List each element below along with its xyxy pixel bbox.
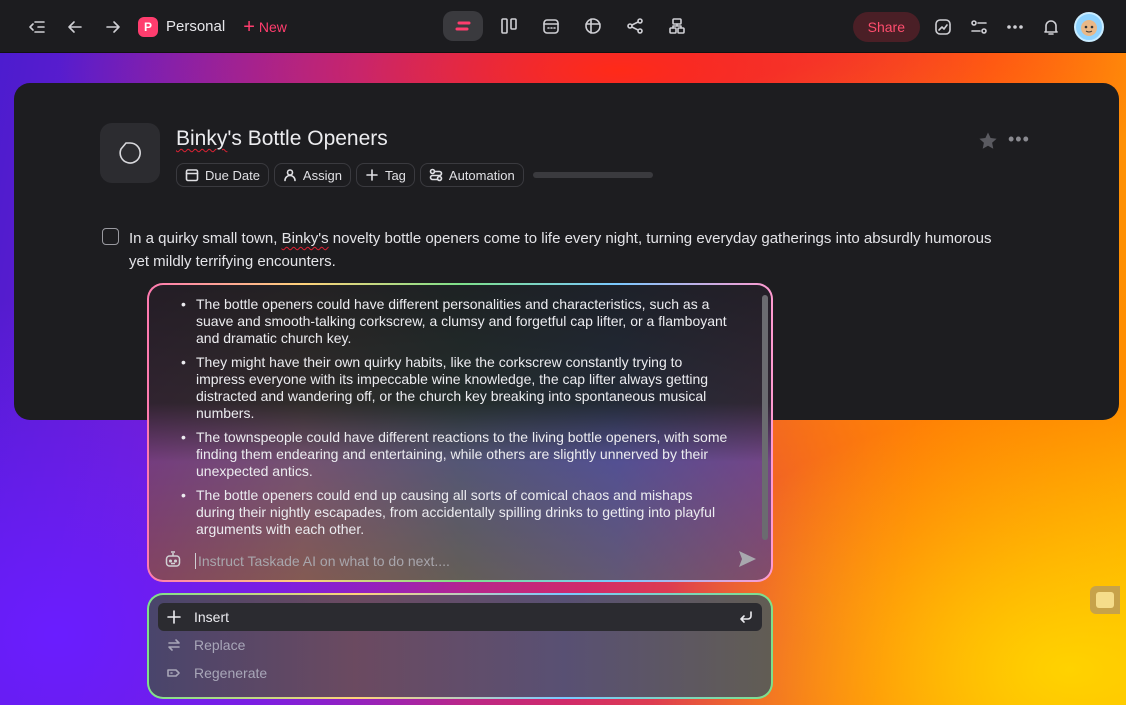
insert-action[interactable]: Insert: [158, 603, 762, 631]
calendar-icon: [185, 169, 199, 182]
new-button-label: New: [258, 18, 287, 35]
ai-action-menu-inner: Insert Replace Regenerate: [149, 595, 771, 697]
project-more-icon[interactable]: •••: [1008, 129, 1030, 150]
ai-bullet: The bottle openers could end up causing …: [179, 487, 733, 538]
star-icon[interactable]: [978, 131, 998, 151]
ai-bullet: The bottle openers could have different …: [179, 296, 733, 347]
list-view-button[interactable]: [443, 11, 483, 41]
swap-icon: [168, 639, 180, 651]
activity-icon[interactable]: [930, 14, 956, 40]
automation-icon: [429, 168, 443, 182]
side-widget-tab[interactable]: [1090, 586, 1120, 614]
plus-icon: [167, 610, 181, 624]
replace-label: Replace: [194, 637, 246, 653]
note-icon: [119, 142, 141, 164]
due-date-chip[interactable]: Due Date: [176, 163, 269, 187]
ai-input-row: [149, 541, 771, 580]
automation-label: Automation: [448, 167, 515, 183]
enter-key-icon: [740, 611, 752, 623]
ai-instruction-input[interactable]: [195, 553, 725, 569]
assign-label: Assign: [302, 167, 342, 183]
collapse-sidebar-icon[interactable]: [24, 14, 50, 40]
avatar[interactable]: [1074, 11, 1104, 42]
table-view-button[interactable]: [577, 11, 609, 41]
ai-bullet: They might have their own quirky habits,…: [179, 354, 733, 422]
regenerate-action[interactable]: Regenerate: [158, 659, 762, 687]
tag-chip[interactable]: Tag: [355, 163, 415, 187]
project-title-name: Binky: [176, 127, 228, 150]
automation-chip[interactable]: Automation: [419, 163, 524, 187]
bell-icon[interactable]: [1038, 14, 1064, 40]
project-title[interactable]: Binky's Bottle Openers: [176, 127, 388, 151]
share-button[interactable]: Share: [852, 11, 920, 42]
replace-action[interactable]: Replace: [158, 631, 762, 659]
user-icon: [284, 169, 296, 182]
send-icon[interactable]: [737, 549, 757, 574]
filter-settings-icon[interactable]: [966, 14, 992, 40]
task-text-name: Binky's: [281, 230, 329, 247]
workspace-name[interactable]: Personal: [166, 18, 225, 35]
task-checkbox[interactable]: [102, 228, 119, 245]
plus-icon: [366, 169, 378, 181]
project-icon[interactable]: [100, 123, 160, 183]
progress-bar: [532, 172, 653, 178]
org-chart-view-button[interactable]: [661, 11, 693, 41]
ai-response: The bottle openers could have different …: [149, 285, 761, 540]
insert-label: Insert: [194, 609, 230, 625]
top-bar-left: P Personal + New: [24, 0, 287, 53]
assign-chip[interactable]: Assign: [273, 163, 351, 187]
board-view-button[interactable]: [493, 11, 525, 41]
ai-panel: The bottle openers could have different …: [147, 283, 773, 582]
plus-icon: +: [243, 15, 255, 38]
regenerate-label: Regenerate: [194, 665, 268, 681]
ai-action-menu: Insert Replace Regenerate: [147, 593, 773, 699]
project-title-rest: 's Bottle Openers: [227, 127, 388, 150]
forward-arrow-icon[interactable]: [100, 14, 126, 40]
calendar-view-button[interactable]: [535, 11, 567, 41]
more-options-icon[interactable]: [1002, 14, 1028, 40]
robot-icon: [163, 549, 183, 574]
new-button[interactable]: + New: [243, 15, 287, 38]
ai-bullet: The townspeople could have different rea…: [179, 429, 733, 480]
mindmap-view-button[interactable]: [619, 11, 651, 41]
due-date-label: Due Date: [205, 167, 260, 183]
back-arrow-icon[interactable]: [62, 14, 88, 40]
task-row: In a quirky small town, Binky's novelty …: [102, 227, 1002, 273]
view-switcher: [443, 11, 693, 41]
tag-label: Tag: [384, 167, 406, 183]
ai-bullet-list: The bottle openers could have different …: [179, 296, 733, 538]
project-chips: Due Date Assign Tag Automation: [176, 163, 653, 187]
top-bar-right: Share: [852, 0, 1104, 53]
scrollbar[interactable]: [762, 295, 768, 540]
workspace-badge[interactable]: P: [138, 16, 158, 37]
task-text-start: In a quirky small town,: [129, 230, 282, 247]
regenerate-icon: [167, 669, 180, 677]
ai-panel-inner: The bottle openers could have different …: [149, 285, 771, 580]
widget-icon: [1096, 592, 1114, 608]
top-bar: P Personal + New Share: [0, 0, 1126, 53]
task-text[interactable]: In a quirky small town, Binky's novelty …: [129, 227, 1002, 273]
